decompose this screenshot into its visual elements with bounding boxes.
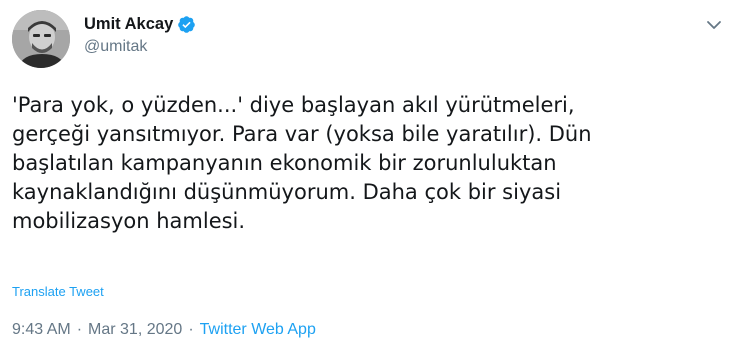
author-handle[interactable]: @umitak [84,38,147,56]
translate-tweet-link[interactable]: Translate Tweet [12,284,104,299]
tweet-date[interactable]: Mar 31, 2020 [88,321,182,338]
author-name-row: Umit Akcay [84,13,196,35]
meta-separator: · [76,321,83,338]
chevron-down-icon[interactable] [701,12,727,38]
avatar[interactable] [12,10,70,68]
tweet-text-line: kaynaklandığını düşünmüyorum. Daha çok b… [12,180,562,204]
avatar-photo-icon [12,10,70,68]
tweet-card: Umit Akcay @umitak 'Para yok, o yüzden..… [0,0,738,354]
tweet-text-line: mobilizasyon hamlesi. [12,209,246,233]
tweet-source-link[interactable]: Twitter Web App [200,321,316,338]
tweet-text: 'Para yok, o yüzden...' diye başlayan ak… [12,91,726,236]
tweet-time[interactable]: 9:43 AM [12,321,71,338]
verified-badge-icon [178,15,196,33]
tweet-text-line: gerçeği yansıtmıyor. Para var (yoksa bil… [12,122,592,146]
meta-separator: · [188,321,194,338]
tweet-text-line: başlatılan kampanyanın ekonomik bir zoru… [12,151,557,175]
author-display-name[interactable]: Umit Akcay [84,15,173,34]
tweet-text-line: 'Para yok, o yüzden...' diye başlayan ak… [12,93,575,117]
tweet-metadata: 9:43 AM · Mar 31, 2020 · Twitter Web App [12,321,316,339]
